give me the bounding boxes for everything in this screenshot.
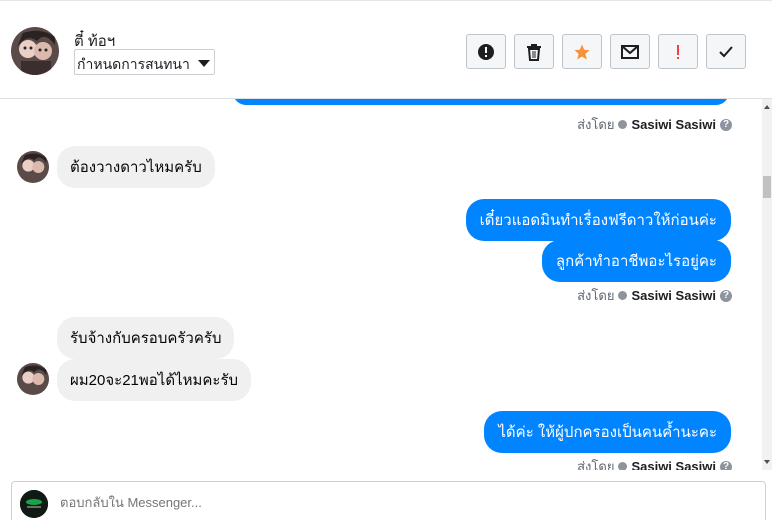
message-bubble-outgoing: ได้ค่ะ ให้ผู้ปกครองเป็นคนค้ำนะคะ xyxy=(484,411,731,453)
page-badge-icon xyxy=(618,120,628,129)
reply-input[interactable] xyxy=(60,495,740,510)
sent-by-prefix: ส่งโดย xyxy=(577,117,615,132)
scroll-thumb[interactable] xyxy=(763,176,771,198)
assign-conversation-label: กำหนดการสนทนา xyxy=(77,56,190,72)
sent-by-prefix: ส่งโดย xyxy=(577,459,615,470)
envelope-icon xyxy=(621,44,639,59)
trash-icon xyxy=(527,43,541,61)
checkmark-icon xyxy=(719,45,733,57)
message-bubble-outgoing-partial xyxy=(233,99,729,105)
message-bubble-outgoing: ลูกค้าทำอาชีพอะไรอยู่คะ xyxy=(541,240,731,282)
mark-done-button[interactable] xyxy=(706,34,746,69)
mark-unread-button[interactable] xyxy=(610,34,650,69)
page-badge-icon xyxy=(618,462,628,470)
sent-by-name: Sasiwi Sasiwi xyxy=(631,459,716,470)
assign-conversation-dropdown[interactable]: กำหนดการสนทนา xyxy=(74,49,215,75)
contact-avatar-small xyxy=(17,363,49,395)
follow-up-button[interactable] xyxy=(658,34,698,69)
sent-by-name: Sasiwi Sasiwi xyxy=(631,288,716,303)
star-icon xyxy=(574,44,590,59)
alert-circle-icon xyxy=(478,43,494,60)
help-icon[interactable]: ? xyxy=(720,118,732,131)
scroll-down-arrow-icon[interactable] xyxy=(764,460,770,464)
thread-scrollbar[interactable] xyxy=(762,99,772,470)
message-bubble-incoming: รับจ้างกับครอบครัวครับ xyxy=(57,317,235,359)
delete-button[interactable] xyxy=(514,34,554,69)
help-icon[interactable]: ? xyxy=(720,460,732,470)
sent-by-prefix: ส่งโดย xyxy=(577,288,615,303)
sent-by-line: ส่งโดย Sasiwi Sasiwi ? xyxy=(577,114,732,135)
caret-down-icon xyxy=(198,60,210,67)
star-button[interactable] xyxy=(562,34,602,69)
contact-avatar-small xyxy=(17,151,49,183)
message-bubble-outgoing: เดี๋ยวแอดมินทำเรื่องฟรีดาวให้ก่อนค่ะ xyxy=(465,199,731,241)
message-thread: ส่งโดย Sasiwi Sasiwi ? ต้องวางดาวไหมครับ… xyxy=(0,99,772,470)
reply-box[interactable] xyxy=(11,481,766,520)
scroll-up-arrow-icon[interactable] xyxy=(764,105,770,109)
page-badge-icon xyxy=(618,291,628,300)
exclamation-icon xyxy=(677,44,679,59)
sent-by-line: ส่งโดย Sasiwi Sasiwi ? xyxy=(577,285,732,306)
page-avatar xyxy=(20,490,48,518)
message-bubble-incoming: ต้องวางดาวไหมครับ xyxy=(57,146,215,188)
message-bubble-incoming: ผม20จะ21พอได้ไหมคะรับ xyxy=(57,359,252,401)
sent-by-line: ส่งโดย Sasiwi Sasiwi ? xyxy=(577,456,732,470)
conversation-header: ตี๋ ท้อฯ กำหนดการสนทนา xyxy=(0,0,772,99)
spam-button[interactable] xyxy=(466,34,506,69)
sent-by-name: Sasiwi Sasiwi xyxy=(631,117,716,132)
contact-avatar[interactable] xyxy=(11,27,59,75)
help-icon[interactable]: ? xyxy=(720,289,732,302)
